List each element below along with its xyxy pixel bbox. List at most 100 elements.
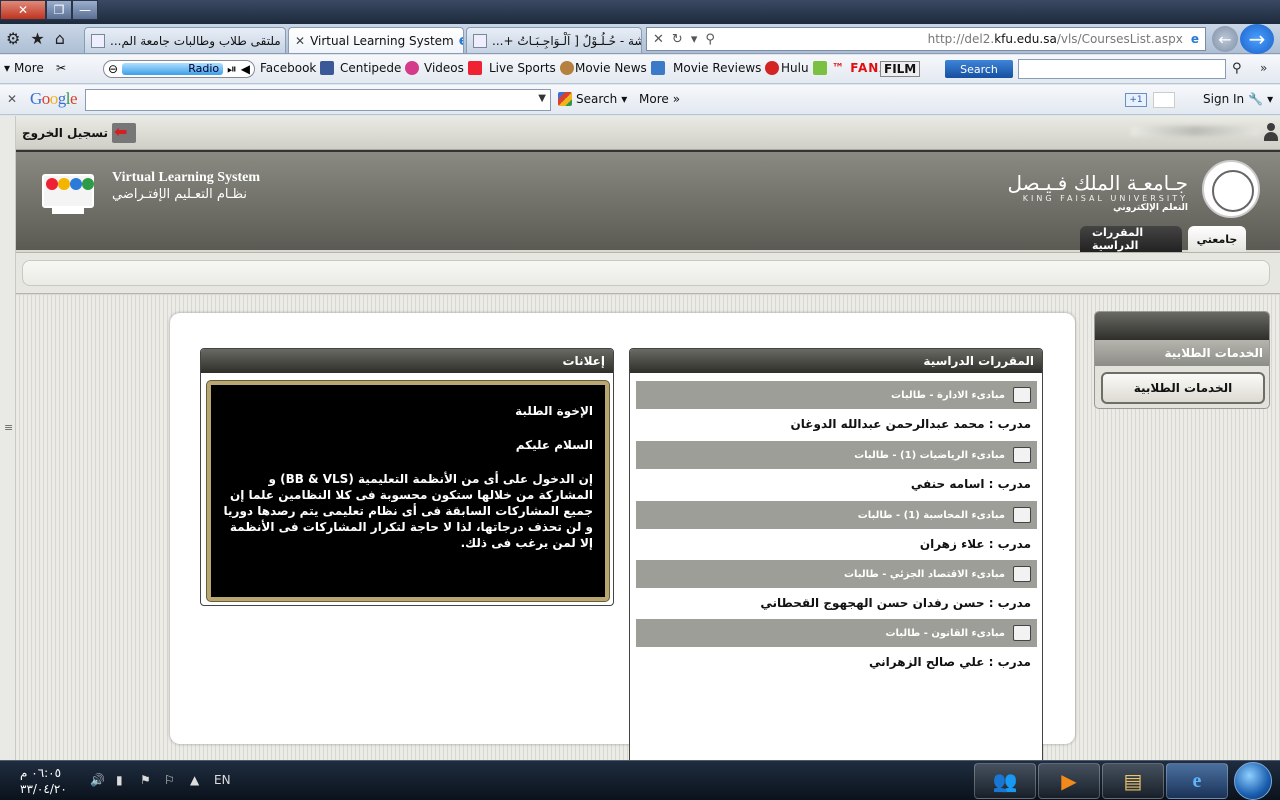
close-window-button[interactable]: ✕ xyxy=(0,0,46,20)
minus-icon[interactable]: ⊖ xyxy=(108,62,118,76)
toolbar-search-button[interactable]: Search xyxy=(945,60,1013,78)
tab-courses[interactable]: المقررات الدراسية xyxy=(1080,226,1182,252)
hulu-icon xyxy=(812,61,827,75)
course-row[interactable]: مبادىء الادارة - طالبات xyxy=(636,381,1037,409)
book-icon xyxy=(1013,387,1031,403)
folder-icon: ▤ xyxy=(1123,769,1143,793)
more-menu[interactable]: ▾ More xyxy=(4,61,44,75)
student-services-button[interactable]: الخدمات الطلابية xyxy=(1101,372,1265,404)
action-center-icon[interactable]: ⚑ xyxy=(140,773,151,787)
tab-title: ملتقى طلاب وطالبات جامعة الم... xyxy=(110,33,281,48)
search-icon[interactable]: ⚲ xyxy=(705,32,715,47)
google-search-input[interactable]: ▼ xyxy=(85,89,551,111)
dropdown-icon[interactable]: ▾ xyxy=(691,32,698,47)
show-hidden-icons-icon[interactable]: ▲ xyxy=(190,773,199,787)
plus-one-button[interactable]: +1 xyxy=(1125,93,1147,107)
ie-icon: e xyxy=(1192,769,1202,792)
radio-player[interactable]: ⊖ Radio ⏯ ◀ xyxy=(103,60,255,78)
link-centipede[interactable]: Centipede xyxy=(340,61,420,75)
university-title: جـامعـة الملك فـيـصل KING FAISAL UNIVERS… xyxy=(1007,171,1188,213)
side-panel-header xyxy=(1095,312,1269,340)
link-hulu[interactable]: Hulu xyxy=(781,61,827,75)
maximize-window-button[interactable]: ❐ xyxy=(46,0,72,20)
tab-title: مناقشة - حُـلُـوْلٌ [ اَلْـوَاجِـبَـاتُ … xyxy=(492,33,641,48)
ie-page-icon: e xyxy=(459,33,463,49)
link-movie-reviews[interactable]: Movie Reviews xyxy=(673,61,780,75)
tools-icon[interactable]: ✂ xyxy=(56,61,66,75)
book-icon xyxy=(1013,566,1031,582)
wrench-icon[interactable]: 🔧 xyxy=(1248,92,1263,106)
ie-taskbar-button[interactable]: e xyxy=(1166,763,1228,799)
course-name[interactable]: مبادىء الاقتصاد الجزئي - طالبات xyxy=(844,569,1005,580)
chevron-down-icon: ▾ xyxy=(1267,92,1274,106)
messenger-icon: 👥 xyxy=(992,769,1018,793)
forward-button[interactable]: → xyxy=(1240,24,1274,54)
chevron-down-icon: ▾ xyxy=(4,61,11,75)
tab-row: ⚙ ★ ⌂ ملتقى طلاب وطالبات جامعة الم... ✕ … xyxy=(0,24,1280,54)
search-icon[interactable]: ⚲ xyxy=(1232,61,1242,76)
google-search-button[interactable]: Search ▾ xyxy=(558,92,627,106)
announcement-content: الإخوة الطلبة السلام عليكم إن الدخول على… xyxy=(207,381,609,601)
windows-taskbar: ٠٦:٠٥ م ٣٣/٠٤/٢٠ 🔊 ▮ ⚑ ⚐ ▲ EN 👥 ▶ ▤ e xyxy=(0,760,1280,800)
window-controls: ✕ ❐ — xyxy=(0,0,98,20)
course-name[interactable]: مبادىء القانون - طالبات xyxy=(885,628,1005,639)
home-icon[interactable]: ⌂ xyxy=(55,29,65,48)
media-player-taskbar-button[interactable]: ▶ xyxy=(1038,763,1100,799)
volume-icon[interactable]: 🔊 xyxy=(90,773,105,787)
close-tab-icon[interactable]: ✕ xyxy=(295,34,305,48)
movie-icon xyxy=(650,61,665,75)
tab-vls[interactable]: ✕ Virtual Learning System e xyxy=(288,27,464,53)
minimize-window-button[interactable]: — xyxy=(72,0,98,20)
google-more-button[interactable]: More » xyxy=(639,92,680,106)
link-videos[interactable]: Videos xyxy=(424,61,482,75)
university-seal-logo xyxy=(1202,160,1260,218)
toolbar-search-input[interactable] xyxy=(1018,59,1226,79)
link-live-sports[interactable]: Live Sports xyxy=(489,61,574,75)
play-icon[interactable]: ⏯ xyxy=(227,62,237,77)
start-button[interactable] xyxy=(1234,762,1272,800)
back-button[interactable]: ← xyxy=(1212,26,1238,52)
announcement-salam: السلام عليكم xyxy=(515,438,593,452)
radio-station[interactable]: Radio xyxy=(122,63,224,75)
power-icon[interactable]: ⚐ xyxy=(164,773,175,787)
course-row[interactable]: مبادىء المحاسبة (1) - طالبات xyxy=(636,501,1037,529)
course-row[interactable]: مبادىء الرياضيات (1) - طالبات xyxy=(636,441,1037,469)
link-facebook[interactable]: Facebook xyxy=(260,61,335,75)
chevron-double-right-icon: » xyxy=(672,92,681,106)
user-icon xyxy=(1264,122,1278,142)
close-toolbar-icon[interactable]: ✕ xyxy=(7,92,17,106)
chevron-double-right-icon[interactable]: » xyxy=(1260,61,1267,75)
messenger-taskbar-button[interactable]: 👥 xyxy=(974,763,1036,799)
side-panel-title: الخدمات الطلابية xyxy=(1095,340,1269,366)
football-icon xyxy=(559,61,574,75)
book-icon xyxy=(1013,507,1031,523)
tab-my-university[interactable]: جامعتي xyxy=(1188,226,1246,252)
language-indicator[interactable]: EN xyxy=(214,773,231,787)
course-name[interactable]: مبادىء الادارة - طالبات xyxy=(891,390,1005,401)
link-movie-news[interactable]: Movie News xyxy=(575,61,665,75)
course-name[interactable]: مبادىء المحاسبة (1) - طالبات xyxy=(858,510,1005,521)
tab-discussion[interactable]: مناقشة - حُـلُـوْلٌ [ اَلْـوَاجِـبَـاتُ … xyxy=(466,27,642,53)
scrollbar[interactable] xyxy=(0,116,16,760)
explorer-taskbar-button[interactable]: ▤ xyxy=(1102,763,1164,799)
prev-icon[interactable]: ◀ xyxy=(241,62,250,76)
logout-link[interactable]: تسجيل الخروج xyxy=(22,122,136,143)
sign-in-link[interactable]: Sign In 🔧 ▾ xyxy=(1203,92,1273,106)
address-bar[interactable]: ✕ ↻ ▾ ⚲ http://del2.kfu.edu.sa/vls/Cours… xyxy=(646,27,1206,51)
url-text[interactable]: http://del2.kfu.edu.sa/vls/CoursesList.a… xyxy=(928,32,1183,46)
refresh-icon[interactable]: ↻ xyxy=(672,32,683,47)
system-clock[interactable]: ٠٦:٠٥ م ٣٣/٠٤/٢٠ xyxy=(20,765,67,797)
course-row[interactable]: مبادىء الاقتصاد الجزئي - طالبات xyxy=(636,560,1037,588)
chevron-down-icon[interactable]: ▼ xyxy=(538,93,546,104)
tomato-icon xyxy=(765,61,780,75)
gear-icon[interactable]: ⚙ xyxy=(6,29,20,48)
network-icon[interactable]: ▮ xyxy=(116,773,123,787)
course-row[interactable]: مبادىء القانون - طالبات xyxy=(636,619,1037,647)
favorites-star-icon[interactable]: ★ xyxy=(30,29,44,48)
courses-title: المقررات الدراسية xyxy=(630,349,1042,373)
tab-forum[interactable]: ملتقى طلاب وطالبات جامعة الم... xyxy=(84,27,286,53)
course-instructor: مدرب : حسن رفدان حسن الهجهوج القحطاني xyxy=(760,596,1031,610)
stop-icon[interactable]: ✕ xyxy=(653,32,664,47)
course-name[interactable]: مبادىء الرياضيات (1) - طالبات xyxy=(854,450,1005,461)
google-logo: Google xyxy=(30,89,78,108)
